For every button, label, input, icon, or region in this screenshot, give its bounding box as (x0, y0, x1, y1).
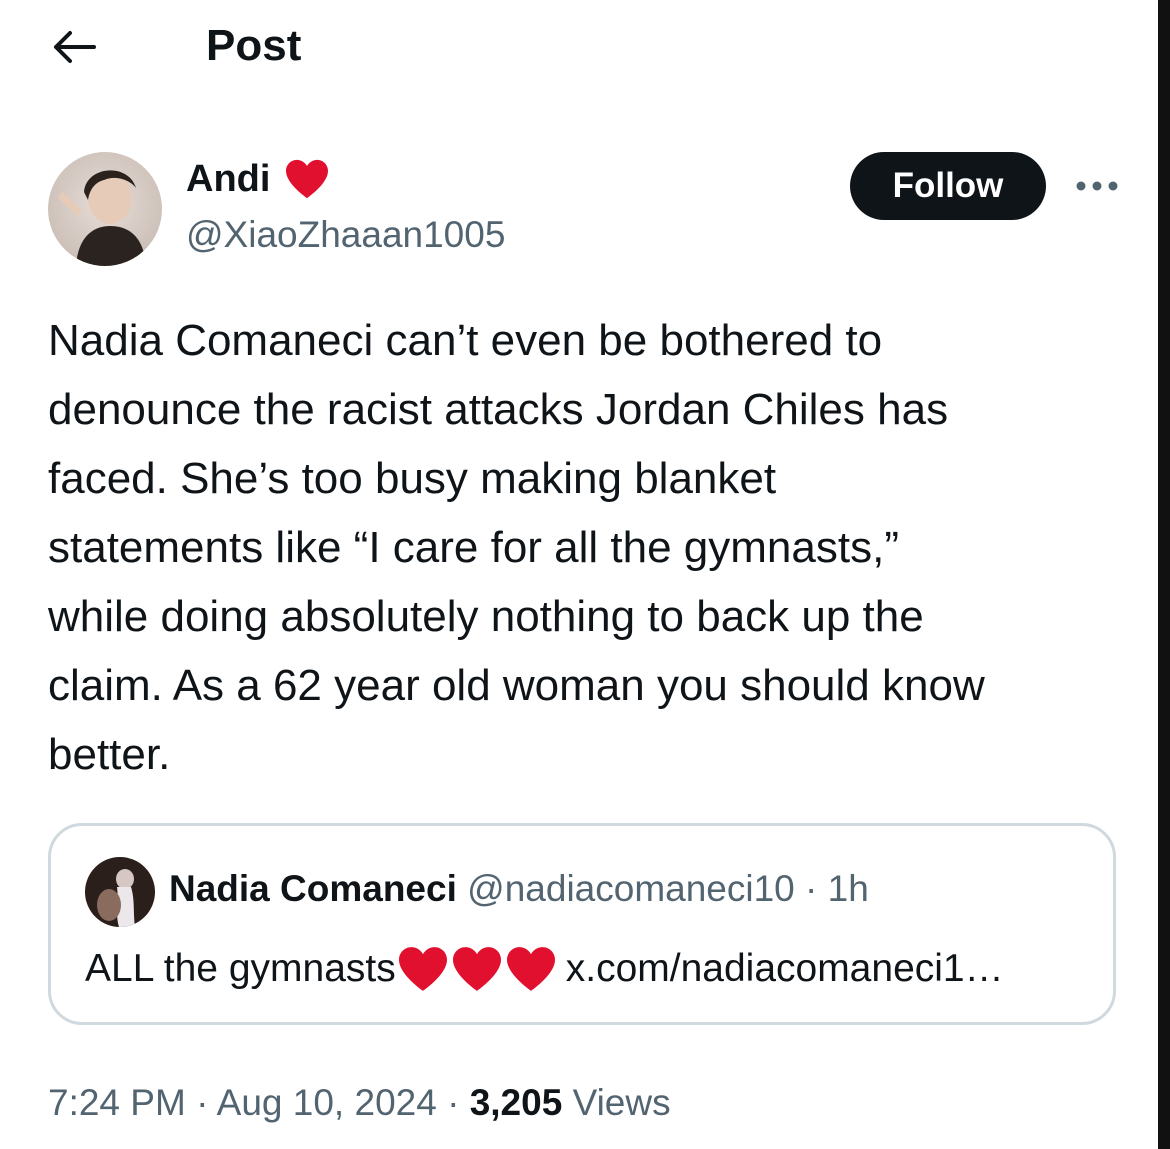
back-button[interactable] (48, 24, 100, 70)
quoted-post-body: ALL the gymnasts (85, 947, 396, 990)
follow-button[interactable]: Follow (850, 152, 1046, 220)
top-bar: Post (0, 0, 1150, 95)
quoted-post-time[interactable]: 1h (828, 868, 869, 909)
heart-icon (506, 947, 555, 991)
heart-emojis (396, 945, 558, 993)
heart-icon (398, 947, 447, 991)
post-meta: 7:24 PM · Aug 10, 2024 · 3,205 Views (48, 1080, 671, 1126)
post-text: Nadia Comaneci can’t even be bothered to… (48, 316, 985, 779)
author-avatar[interactable] (48, 152, 162, 266)
quoted-post-card[interactable]: Nadia Comaneci @nadiacomaneci10 · 1h ALL… (48, 823, 1116, 1025)
author-display-name: Andi (186, 158, 271, 200)
quoted-post-header: Nadia Comaneci @nadiacomaneci10 · 1h (169, 866, 869, 912)
separator-dot: · (447, 1082, 460, 1123)
heart-icon (286, 159, 329, 199)
post-time[interactable]: 7:24 PM (48, 1082, 186, 1123)
heart-icon (452, 947, 501, 991)
scrollbar[interactable] (1158, 0, 1170, 1149)
more-horizontal-icon (1076, 181, 1118, 191)
quoted-author-avatar[interactable] (85, 857, 155, 927)
quoted-post-link[interactable]: x.com/nadiacomaneci1… (566, 944, 1004, 994)
views-label: Views (572, 1082, 671, 1123)
views-count: 3,205 (469, 1082, 563, 1123)
more-button[interactable] (1072, 166, 1122, 206)
author-handle[interactable]: @XiaoZhaaan1005 (186, 212, 505, 258)
arrow-left-icon (54, 31, 96, 63)
post-date[interactable]: Aug 10, 2024 (217, 1082, 437, 1123)
quoted-author-handle[interactable]: @nadiacomaneci10 (467, 868, 795, 909)
separator-dot: · (196, 1082, 209, 1123)
author-name[interactable]: Andi (186, 156, 330, 202)
separator-dot: · (805, 868, 818, 909)
quoted-author-name[interactable]: Nadia Comaneci (169, 868, 457, 909)
page-title: Post (206, 21, 302, 70)
quoted-post-text: ALL the gymnasts x.com/nadiacomaneci1… (85, 944, 1004, 994)
